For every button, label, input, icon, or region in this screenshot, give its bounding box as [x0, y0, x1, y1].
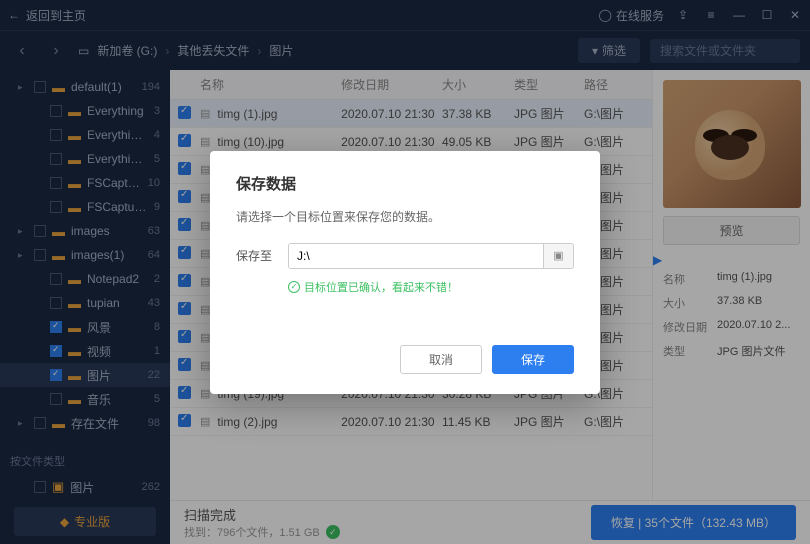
- path-input-group: ▣: [288, 243, 574, 269]
- browse-button[interactable]: ▣: [543, 244, 573, 268]
- save-button[interactable]: 保存: [492, 345, 574, 374]
- check-icon: ✓: [288, 281, 300, 293]
- app-window: ← 返回到主页 ◯ 在线服务 ⇪ ≡ — ☐ ✕ ‹ › ▭ 新加卷 (G:) …: [0, 0, 810, 544]
- save-to-label: 保存至: [236, 247, 278, 264]
- save-dialog: 保存数据 请选择一个目标位置来保存您的数据。 保存至 ▣ ✓ 目标位置已确认，看…: [210, 151, 600, 394]
- folder-open-icon: ▣: [553, 249, 563, 262]
- modal-overlay[interactable]: 保存数据 请选择一个目标位置来保存您的数据。 保存至 ▣ ✓ 目标位置已确认，看…: [0, 0, 810, 544]
- dialog-description: 请选择一个目标位置来保存您的数据。: [236, 208, 574, 225]
- validation-message: ✓ 目标位置已确认，看起来不错！: [236, 279, 574, 295]
- validation-text: 目标位置已确认，看起来不错！: [304, 279, 458, 295]
- cancel-button[interactable]: 取消: [400, 345, 482, 374]
- save-path-input[interactable]: [289, 244, 543, 268]
- dialog-title: 保存数据: [236, 173, 574, 194]
